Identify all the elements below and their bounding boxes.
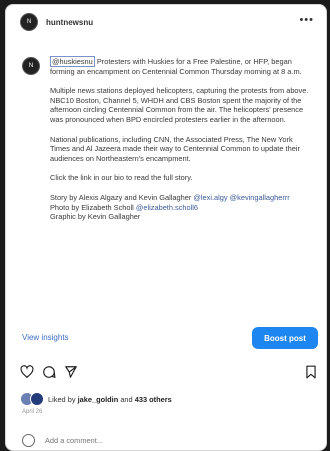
story-credit: Story by Alexis Algazy and Kevin Gallagh… [50, 192, 194, 202]
caption-paragraph-1: @huskiesnu Protesters with Huskies for a… [50, 56, 314, 76]
likes-others[interactable]: 433 others [135, 395, 172, 404]
share-icon[interactable] [64, 365, 78, 379]
action-bar [6, 365, 326, 385]
commenter-avatar [22, 433, 35, 447]
account-username[interactable]: huntnewsnu [46, 18, 93, 27]
add-comment-input[interactable] [43, 434, 247, 446]
caption-paragraph-4: Click the link in our bio to read the fu… [50, 173, 193, 183]
likes-row[interactable]: Liked by jake_goldin and 433 others [20, 392, 172, 406]
boost-post-button[interactable]: Boost post [252, 327, 318, 349]
caption-credits: Story by Alexis Algazy and Kevin Gallagh… [50, 193, 314, 222]
post-date: April 26 [22, 409, 43, 415]
graphic-credit: Graphic by Kevin Gallagher [50, 212, 141, 222]
instagram-post-screen: N huntnewsnu ••• N @huskiesnu Protesters… [5, 4, 327, 451]
likes-user[interactable]: jake_goldin [78, 395, 119, 404]
add-comment-row [6, 433, 326, 447]
likes-middle: and [118, 394, 135, 404]
caption-text: @huskiesnu Protesters with Huskies for a… [50, 56, 314, 222]
heart-icon[interactable] [20, 365, 34, 379]
comment-icon[interactable] [42, 365, 56, 379]
bookmark-icon[interactable] [304, 365, 318, 379]
post-header: N huntnewsnu ••• [6, 5, 326, 39]
likes-prefix: Liked by [48, 394, 78, 404]
view-insights-link[interactable]: View insights [22, 333, 69, 342]
story-credit-handles[interactable]: @lexi.algy @kevingallagherrr [193, 193, 289, 202]
insights-row: View insights Boost post [6, 327, 326, 351]
post-caption: N @huskiesnu Protesters with Huskies for… [22, 56, 314, 232]
caption-paragraph-3: National publications, including CNN, th… [50, 134, 300, 163]
liker-avatar [30, 392, 44, 406]
caption-mention[interactable]: @huskiesnu [50, 56, 95, 67]
caption-paragraph-2: Multiple news stations deployed helicopt… [50, 86, 309, 124]
likes-text: Liked by jake_goldin and 433 others [48, 395, 172, 404]
caption-avatar[interactable]: N [22, 57, 40, 75]
more-options-icon[interactable]: ••• [299, 14, 314, 26]
photo-credit-handle[interactable]: @elizabeth.scholl6 [136, 203, 198, 212]
account-avatar[interactable]: N [20, 13, 38, 31]
photo-credit: Photo by Elizabeth Scholl [50, 202, 136, 212]
